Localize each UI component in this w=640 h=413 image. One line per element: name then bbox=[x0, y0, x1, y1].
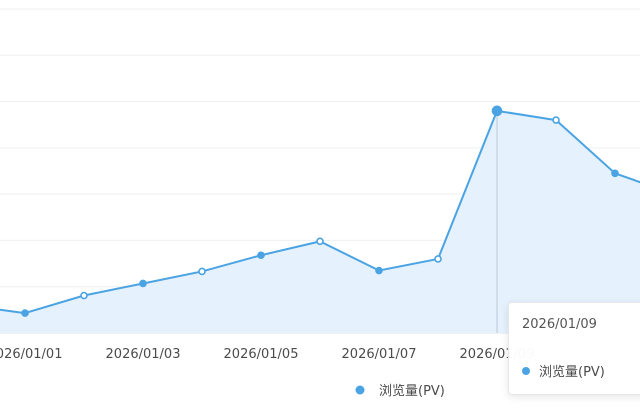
data-point-6 bbox=[316, 237, 324, 246]
data-point-4 bbox=[198, 267, 206, 276]
data-point-8 bbox=[434, 255, 442, 263]
tooltip-title: 2026/01/09 bbox=[522, 317, 597, 332]
tooltip-series-label: 浏览量(PV) bbox=[539, 365, 605, 380]
data-point-7 bbox=[375, 266, 383, 275]
x-tick-label-0: 2026/01/01 bbox=[0, 347, 62, 362]
data-point-10 bbox=[552, 116, 560, 124]
data-point-3 bbox=[139, 279, 147, 288]
series-area bbox=[0, 110, 640, 333]
x-tick-label-3: 2026/01/07 bbox=[342, 347, 417, 362]
x-tick-label-1: 2026/01/03 bbox=[106, 347, 181, 362]
legend-label: 浏览量(PV) bbox=[379, 383, 445, 399]
data-point-2 bbox=[80, 291, 88, 300]
data-point-1 bbox=[21, 309, 29, 317]
data-point-9 bbox=[491, 105, 503, 117]
legend-marker bbox=[355, 385, 365, 395]
tooltip-row: 浏览量(PV) bbox=[522, 361, 640, 380]
tooltip-series-dot bbox=[522, 366, 530, 375]
chart-tooltip: 2026/01/09 浏览量(PV) bbox=[508, 302, 640, 395]
x-tick-label-2: 2026/01/05 bbox=[224, 347, 299, 362]
data-point-5 bbox=[257, 251, 265, 260]
data-point-11 bbox=[611, 169, 619, 178]
